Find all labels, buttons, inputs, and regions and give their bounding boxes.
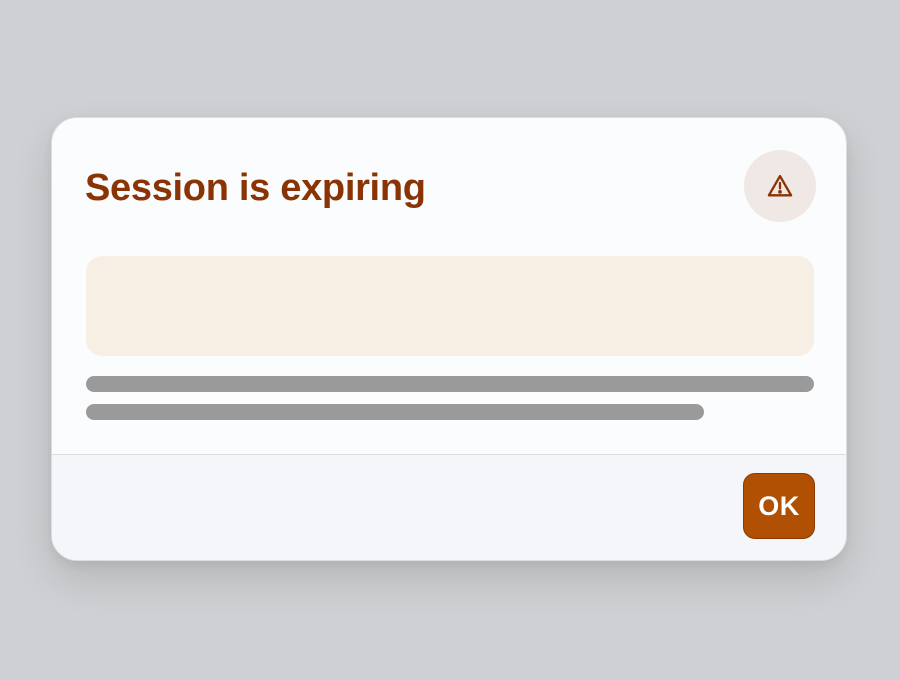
warning-triangle-icon xyxy=(766,172,794,200)
ok-button[interactable]: OK xyxy=(743,473,815,539)
dialog-title: Session is expiring xyxy=(85,167,426,209)
session-expiring-dialog: Session is expiring OK xyxy=(51,117,847,561)
dialog-footer: OK xyxy=(52,454,846,560)
warning-badge xyxy=(744,150,816,222)
body-text-placeholder-line xyxy=(86,404,704,420)
dialog-header: Session is expiring xyxy=(52,118,846,258)
notice-panel xyxy=(86,256,814,356)
body-text-placeholder-line xyxy=(86,376,814,392)
